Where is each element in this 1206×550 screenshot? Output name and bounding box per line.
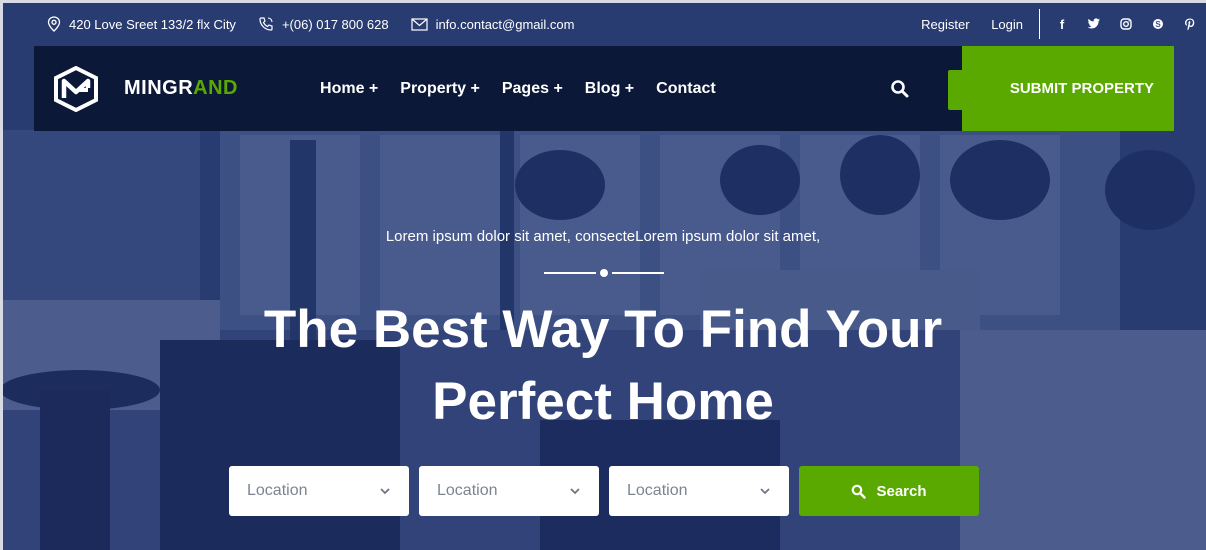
location-select-3-value: Location xyxy=(627,482,688,499)
main-menu: Home + Property + Pages + Blog + Contact xyxy=(320,80,738,98)
map-pin-icon xyxy=(47,16,61,32)
chevron-down-icon xyxy=(760,488,770,495)
svg-text:S: S xyxy=(1155,20,1161,29)
facebook-icon[interactable]: f xyxy=(1046,17,1078,32)
chevron-down-icon xyxy=(570,488,580,495)
menu-item-property[interactable]: Property + xyxy=(400,80,480,98)
menu-item-pages[interactable]: Pages + xyxy=(502,80,563,98)
topbar-right: Register Login f S xyxy=(921,3,1206,45)
topbar: 420 Love Sreet 133/2 flx City +(06) 017 … xyxy=(0,3,1206,45)
location-select-3[interactable]: Location xyxy=(609,466,789,516)
menu-item-contact[interactable]: Contact xyxy=(656,80,716,98)
hero-headline-line1: The Best Way To Find Your xyxy=(263,300,943,359)
login-link[interactable]: Login xyxy=(991,17,1023,32)
topbar-divider xyxy=(1039,9,1040,39)
skype-icon[interactable]: S xyxy=(1142,18,1174,30)
phone-icon xyxy=(259,17,273,31)
register-link[interactable]: Register xyxy=(921,17,969,32)
pinterest-icon[interactable] xyxy=(1174,18,1206,31)
search-button-label: Search xyxy=(876,482,927,500)
twitter-icon[interactable] xyxy=(1078,18,1110,30)
email-text: info.contact@gmail.com xyxy=(435,16,575,32)
address-text: 420 Love Sreet 133/2 flx City xyxy=(69,16,236,32)
search-icon[interactable] xyxy=(890,79,910,99)
brand-name-part1: MINGR xyxy=(124,77,194,99)
instagram-icon[interactable] xyxy=(1110,18,1142,30)
hero-subtitle: Lorem ipsum dolor sit amet, consecteLore… xyxy=(385,228,821,245)
address-item: 420 Love Sreet 133/2 flx City xyxy=(47,16,236,32)
submit-property-button[interactable]: SUBMIT PROPERTY xyxy=(962,46,1174,131)
menu-item-home[interactable]: Home + xyxy=(320,80,378,98)
search-icon xyxy=(852,484,867,499)
email-item[interactable]: info.contact@gmail.com xyxy=(410,16,575,32)
contact-info: 420 Love Sreet 133/2 flx City +(06) 017 … xyxy=(47,16,596,32)
location-select-2-value: Location xyxy=(437,482,498,499)
auth-links: Register Login xyxy=(921,17,1041,32)
location-select-1[interactable]: Location xyxy=(229,466,409,516)
brand-logo[interactable]: MINGRAND xyxy=(54,65,238,112)
main-navbar: MINGRAND Home + Property + Pages + Blog … xyxy=(34,46,992,131)
brand-name: MINGRAND xyxy=(124,77,238,100)
hero-headline-line2: Perfect Home xyxy=(432,372,774,431)
hero-headline: The Best Way To Find Your Perfect Home xyxy=(0,294,1206,438)
search-button[interactable]: Search xyxy=(799,466,979,516)
location-select-2[interactable]: Location xyxy=(419,466,599,516)
phone-item[interactable]: +(06) 017 800 628 xyxy=(258,16,389,32)
logo-mark-icon xyxy=(54,65,98,112)
envelope-icon xyxy=(410,17,428,31)
phone-text: +(06) 017 800 628 xyxy=(281,16,389,32)
menu-item-blog[interactable]: Blog + xyxy=(585,80,634,98)
property-search-form: Location Location Location Search xyxy=(229,466,979,516)
location-select-1-value: Location xyxy=(247,482,308,499)
chevron-down-icon xyxy=(380,488,390,495)
hero-separator xyxy=(544,269,664,277)
social-links: f S xyxy=(1046,17,1206,32)
brand-name-part2: AND xyxy=(193,77,239,99)
